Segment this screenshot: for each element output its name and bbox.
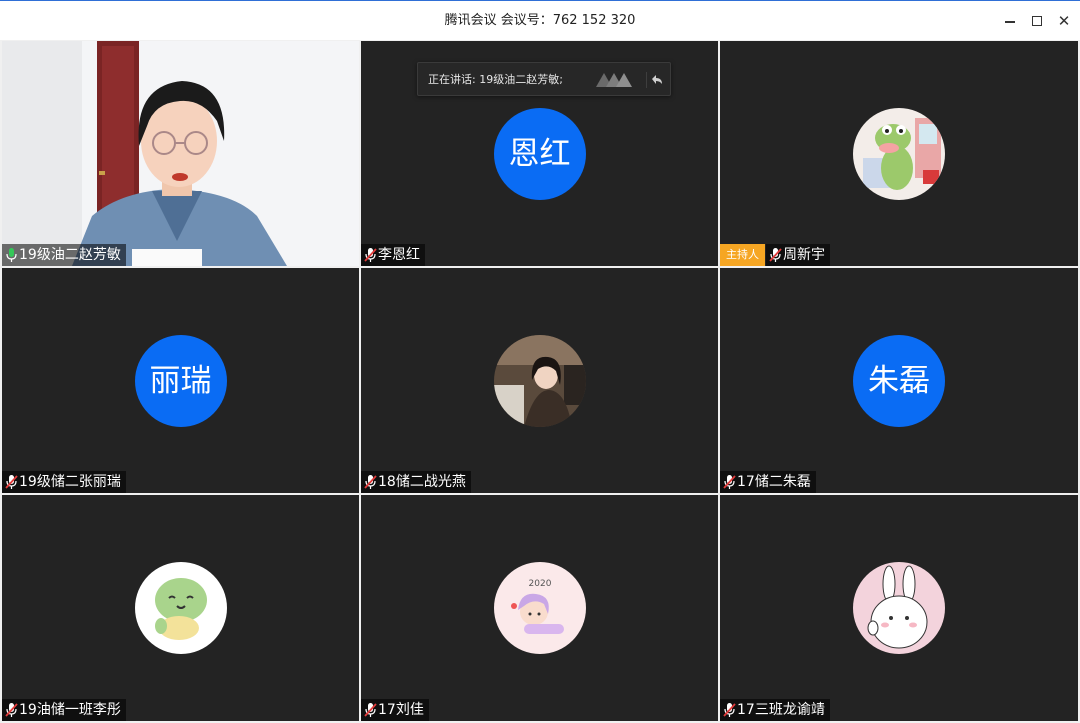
avatar-caption: 2020: [528, 579, 551, 589]
cartoon-frog-avatar: [853, 107, 945, 200]
participant-name: 李恩红: [378, 247, 420, 263]
participant-tile[interactable]: 丽瑞 19级储二张丽瑞: [2, 268, 359, 493]
close-icon[interactable]: ✕: [1054, 11, 1074, 31]
microphone-muted-icon: [5, 702, 18, 718]
microphone-muted-icon: [5, 474, 18, 490]
microphone-muted-icon: [723, 474, 736, 490]
participant-name: 周新宇: [783, 247, 825, 263]
participant-name-plate: 19级储二张丽瑞: [2, 471, 126, 493]
cartoon-rabbit-avatar: [853, 562, 945, 654]
participant-name: 17储二朱磊: [737, 474, 811, 490]
participant-name: 19级油二赵芳敏: [19, 247, 121, 263]
window-title: 腾讯会议 会议号：762 152 320: [444, 13, 636, 28]
video-grid: 19级油二赵芳敏 恩红 李恩红 主持人 周新宇 丽瑞 19级储二张丽瑞 18储二…: [0, 40, 1080, 723]
cartoon-turtle-avatar: [134, 562, 227, 654]
participant-tile[interactable]: 19油储一班李彤: [2, 495, 359, 721]
participant-name: 18储二战光燕: [378, 474, 466, 490]
participant-name: 17刘佳: [378, 702, 424, 718]
photo-avatar: [493, 334, 586, 427]
collapse-back-icon[interactable]: [646, 70, 666, 90]
participant-name-plate: 18储二战光燕: [361, 471, 471, 493]
speaking-banner: 正在讲话: 19级油二赵芳敏;: [417, 62, 671, 96]
participant-tile[interactable]: 19级油二赵芳敏: [2, 41, 359, 266]
microphone-muted-icon: [364, 247, 377, 263]
minimize-icon[interactable]: [1000, 11, 1020, 31]
participant-name: 19级储二张丽瑞: [19, 474, 121, 490]
participant-name-plate: 17储二朱磊: [720, 471, 816, 493]
speaker-wave-icon: [596, 73, 632, 87]
participant-name: 19油储一班李彤: [19, 702, 121, 718]
participant-name-plate: 17刘佳: [361, 699, 429, 721]
microphone-muted-icon: [364, 702, 377, 718]
microphone-active-icon: [5, 247, 18, 263]
speaking-banner-text: 正在讲话: 19级油二赵芳敏;: [428, 73, 563, 86]
text-avatar: 朱磊: [853, 334, 945, 427]
text-avatar: 恩红: [493, 107, 586, 200]
maximize-icon[interactable]: [1027, 11, 1047, 31]
microphone-muted-icon: [769, 247, 782, 263]
participant-tile[interactable]: 主持人 周新宇: [720, 41, 1078, 266]
participant-name-plate: 19油储一班李彤: [2, 699, 126, 721]
text-avatar: 丽瑞: [134, 334, 227, 427]
camera-video-feed: [2, 41, 359, 266]
participant-name-plate: 19级油二赵芳敏: [2, 244, 126, 266]
participant-name-plate: 李恩红: [361, 244, 425, 266]
participant-name-plate: 17三班龙谕靖: [720, 699, 830, 721]
participant-tile[interactable]: 17三班龙谕靖: [720, 495, 1078, 721]
participant-name: 17三班龙谕靖: [737, 702, 825, 718]
microphone-muted-icon: [364, 474, 377, 490]
participant-name-plate: 周新宇: [766, 244, 830, 266]
title-bar: 腾讯会议 会议号：762 152 320 ✕: [0, 0, 1080, 40]
participant-tile[interactable]: 朱磊 17储二朱磊: [720, 268, 1078, 493]
participant-tile[interactable]: 2020 17刘佳: [361, 495, 718, 721]
participant-tile[interactable]: 18储二战光燕: [361, 268, 718, 493]
host-badge: 主持人: [720, 244, 765, 266]
microphone-muted-icon: [723, 702, 736, 718]
cartoon-girl-avatar: 2020: [493, 562, 586, 654]
